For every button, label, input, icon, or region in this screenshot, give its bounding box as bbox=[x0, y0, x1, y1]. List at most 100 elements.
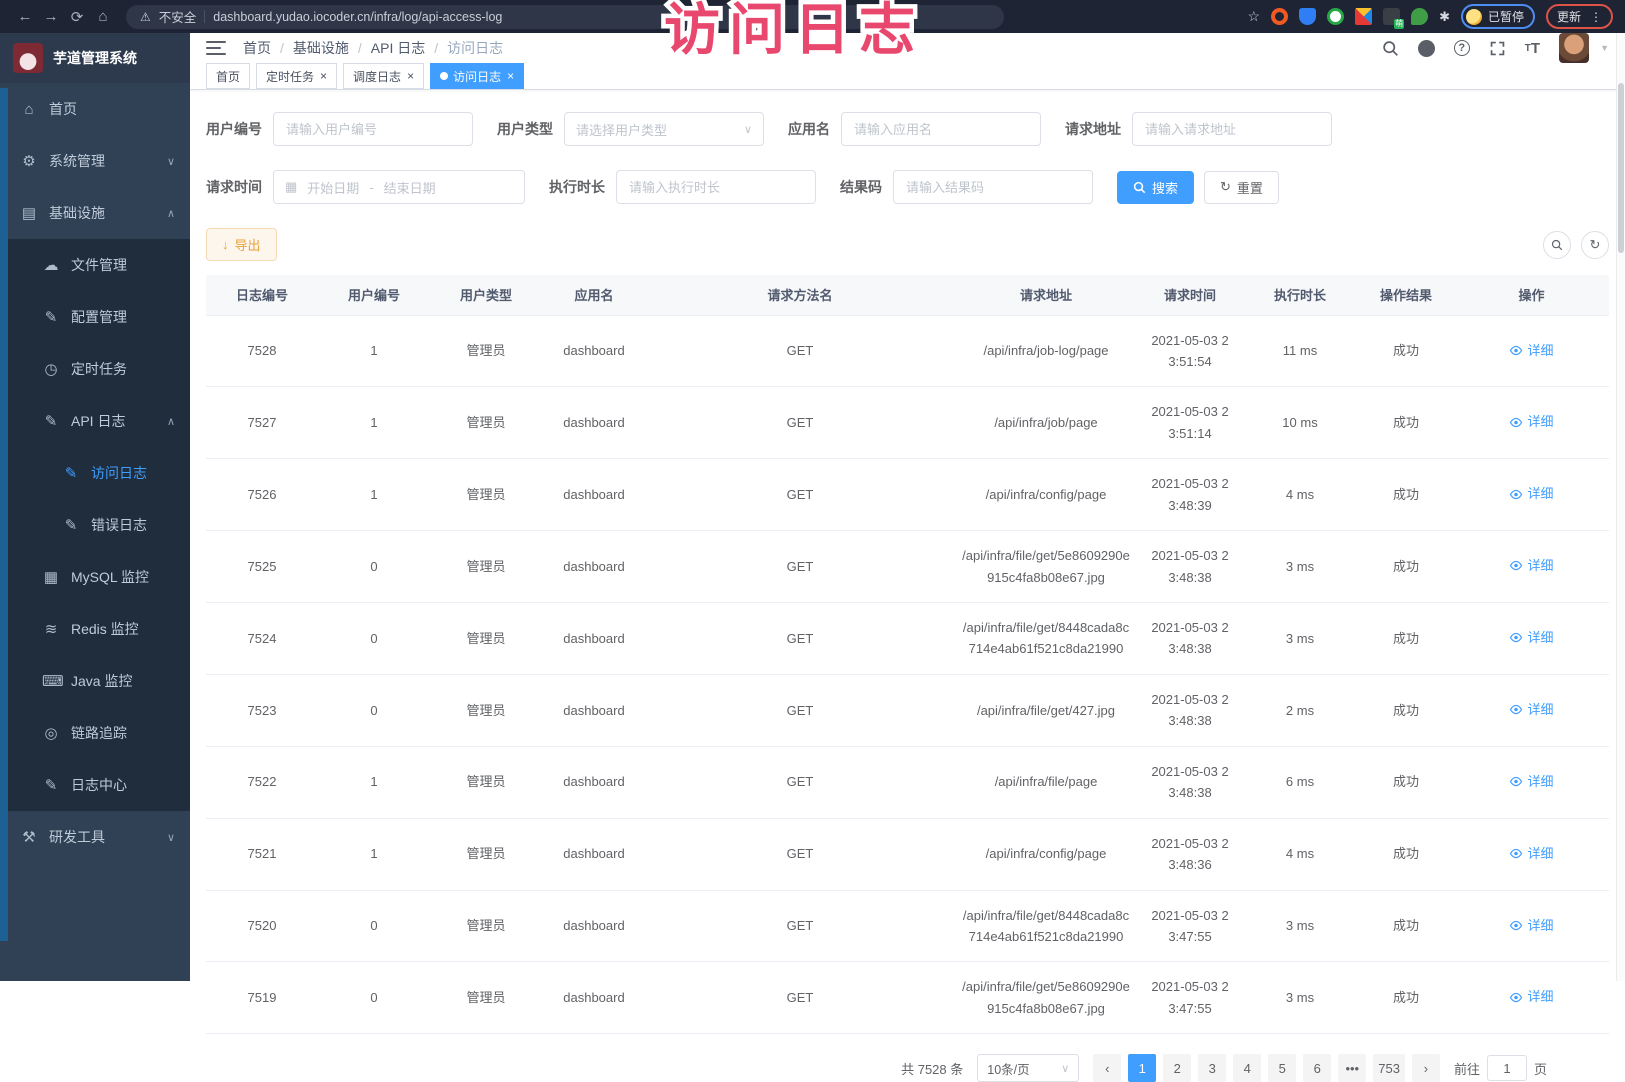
sidebar-item[interactable]: ✎ 错误日志 bbox=[0, 499, 190, 551]
user-type-select[interactable]: 请选择用户类型 ∨ bbox=[564, 112, 764, 146]
sidebar-item[interactable]: ✎ 配置管理 bbox=[0, 291, 190, 343]
breadcrumb-item[interactable]: 首页 bbox=[243, 38, 271, 58]
refresh-table-button[interactable]: ↻ bbox=[1581, 231, 1609, 259]
breadcrumb-item[interactable]: 基础设施 bbox=[293, 38, 349, 58]
sidebar-item[interactable]: ✎ 日志中心 bbox=[0, 759, 190, 811]
sidebar-scrollbar[interactable] bbox=[0, 88, 8, 941]
detail-link[interactable]: 详细 bbox=[1509, 340, 1553, 361]
app-header: 首页 / 基础设施 / API 日志 / 访问日志 bbox=[190, 33, 1625, 63]
page-button[interactable]: 1 bbox=[1128, 1054, 1156, 1082]
sidebar-item[interactable]: ◎ 链路追踪 bbox=[0, 707, 190, 759]
request-time-range-picker[interactable]: ▦ 开始日期 - 结束日期 bbox=[273, 170, 525, 204]
page-button[interactable]: 6 bbox=[1303, 1054, 1331, 1082]
extension-icon-sprout[interactable] bbox=[1411, 8, 1428, 25]
breadcrumb-item[interactable]: API 日志 bbox=[371, 38, 425, 58]
sidebar-logo-bar[interactable]: 芋道管理系统 bbox=[0, 33, 190, 83]
detail-link[interactable]: 详细 bbox=[1509, 627, 1553, 648]
page-button[interactable]: 2 bbox=[1163, 1054, 1191, 1082]
chevron-icon: ∧ bbox=[167, 415, 175, 428]
sidebar-item[interactable]: ≋ Redis 监控 bbox=[0, 603, 190, 655]
page-scrollbar[interactable] bbox=[1616, 33, 1625, 981]
extensions-puzzle-icon[interactable]: ✱ bbox=[1439, 9, 1450, 25]
extension-icon-grid[interactable] bbox=[1355, 8, 1372, 25]
address-bar[interactable]: ⚠ 不安全 dashboard.yudao.iocoder.cn/infra/l… bbox=[126, 5, 1004, 29]
extension-icon-ring[interactable] bbox=[1271, 8, 1288, 25]
detail-link[interactable]: 详细 bbox=[1509, 699, 1553, 720]
detail-link[interactable]: 详细 bbox=[1509, 555, 1553, 576]
detail-link[interactable]: 详细 bbox=[1509, 915, 1553, 936]
browser-reload-icon[interactable]: ⟳ bbox=[64, 8, 90, 26]
tab[interactable]: 调度日志 × bbox=[343, 63, 424, 89]
bookmark-star-icon[interactable]: ☆ bbox=[1248, 8, 1261, 25]
sidebar-menu: ⌂ 首页 ⚙ 系统管理 ∨ ▤ 基础设施 ∧ ☁ bbox=[0, 83, 190, 863]
browser-menu-icon[interactable]: ⋮ bbox=[1590, 10, 1602, 24]
font-size-icon[interactable]: TT bbox=[1525, 40, 1540, 57]
page-button[interactable]: 3 bbox=[1198, 1054, 1226, 1082]
fullscreen-icon[interactable] bbox=[1489, 40, 1506, 57]
sidebar-item[interactable]: ✎ API 日志 ∧ bbox=[0, 395, 190, 447]
page-button[interactable]: 753 bbox=[1373, 1054, 1405, 1082]
detail-link[interactable]: 详细 bbox=[1509, 411, 1553, 432]
sidebar-item[interactable]: ⌨ Java 监控 bbox=[0, 655, 190, 707]
calendar-icon: ▦ bbox=[285, 179, 297, 195]
export-button[interactable]: ↓ 导出 bbox=[206, 228, 277, 261]
sidebar-item[interactable]: ▤ 基础设施 ∧ bbox=[0, 187, 190, 239]
cloud-icon: ☁ bbox=[42, 256, 60, 274]
tab[interactable]: 首页 × bbox=[206, 63, 250, 89]
sidebar-item-label: API 日志 bbox=[71, 411, 125, 431]
sidebar-item[interactable]: ▦ MySQL 监控 bbox=[0, 551, 190, 603]
user-id-input[interactable] bbox=[273, 112, 473, 146]
toggle-search-button[interactable] bbox=[1543, 231, 1571, 259]
page-button[interactable]: 5 bbox=[1268, 1054, 1296, 1082]
scrollbar-thumb[interactable] bbox=[1618, 83, 1624, 253]
search-button[interactable]: 搜索 bbox=[1117, 171, 1194, 204]
duration-input[interactable] bbox=[616, 170, 816, 204]
tab[interactable]: 访问日志 × bbox=[430, 63, 524, 89]
detail-link[interactable]: 详细 bbox=[1509, 843, 1553, 864]
hamburger-icon[interactable] bbox=[206, 41, 226, 55]
detail-link[interactable]: 详细 bbox=[1509, 986, 1553, 1007]
page-button[interactable]: ••• bbox=[1338, 1054, 1366, 1082]
prev-page-button[interactable]: ‹ bbox=[1093, 1054, 1121, 1082]
page-button[interactable]: 4 bbox=[1233, 1054, 1261, 1082]
app-name-input[interactable] bbox=[841, 112, 1041, 146]
tab-close-icon[interactable]: × bbox=[407, 69, 414, 83]
search-icon[interactable] bbox=[1382, 40, 1399, 57]
tab-close-icon[interactable]: × bbox=[507, 69, 514, 83]
refresh-icon: ↻ bbox=[1220, 179, 1231, 195]
reset-button[interactable]: ↻ 重置 bbox=[1204, 171, 1279, 204]
sidebar-item[interactable]: ☁ 文件管理 bbox=[0, 239, 190, 291]
sidebar-item[interactable]: ⌂ 首页 bbox=[0, 83, 190, 135]
next-page-button[interactable]: › bbox=[1412, 1054, 1440, 1082]
extension-icon-dark[interactable]: 萌 bbox=[1383, 8, 1400, 25]
avatar-caret-icon[interactable]: ▼ bbox=[1600, 43, 1609, 53]
tab-close-icon[interactable]: × bbox=[320, 69, 327, 83]
user-avatar[interactable] bbox=[1559, 33, 1589, 63]
result-code-input[interactable] bbox=[893, 170, 1093, 204]
browser-forward-icon[interactable]: → bbox=[38, 8, 64, 25]
sidebar-item[interactable]: ✎ 访问日志 bbox=[0, 447, 190, 499]
extension-icon-green[interactable] bbox=[1327, 8, 1344, 25]
browser-home-icon[interactable]: ⌂ bbox=[90, 8, 116, 25]
sidebar-item-label: 日志中心 bbox=[71, 775, 127, 795]
tab[interactable]: 定时任务 × bbox=[256, 63, 337, 89]
help-icon[interactable]: ? bbox=[1454, 40, 1470, 56]
breadcrumb-item[interactable]: 访问日志 bbox=[447, 38, 503, 58]
goto-page-input[interactable] bbox=[1487, 1055, 1527, 1081]
logo-avatar bbox=[13, 43, 43, 73]
profile-avatar bbox=[1466, 9, 1482, 25]
detail-link[interactable]: 详细 bbox=[1509, 771, 1553, 792]
sidebar-item[interactable]: ⚒ 研发工具 ∨ bbox=[0, 811, 190, 863]
table-column-header: 请求方法名 bbox=[646, 275, 954, 315]
sidebar-item[interactable]: ⚙ 系统管理 ∨ bbox=[0, 135, 190, 187]
request-url-input[interactable] bbox=[1132, 112, 1332, 146]
extension-icon-shield[interactable] bbox=[1299, 8, 1316, 25]
detail-link[interactable]: 详细 bbox=[1509, 483, 1553, 504]
browser-back-icon[interactable]: ← bbox=[12, 8, 38, 25]
sidebar-item-label: 链路追踪 bbox=[71, 723, 127, 743]
sidebar-item[interactable]: ◷ 定时任务 bbox=[0, 343, 190, 395]
browser-update-button[interactable]: 更新 ⋮ bbox=[1546, 4, 1613, 29]
page-size-select[interactable]: 10条/页 ∨ bbox=[977, 1054, 1079, 1082]
github-icon[interactable] bbox=[1418, 40, 1435, 57]
profile-paused-pill[interactable]: 已暂停 bbox=[1461, 4, 1535, 29]
